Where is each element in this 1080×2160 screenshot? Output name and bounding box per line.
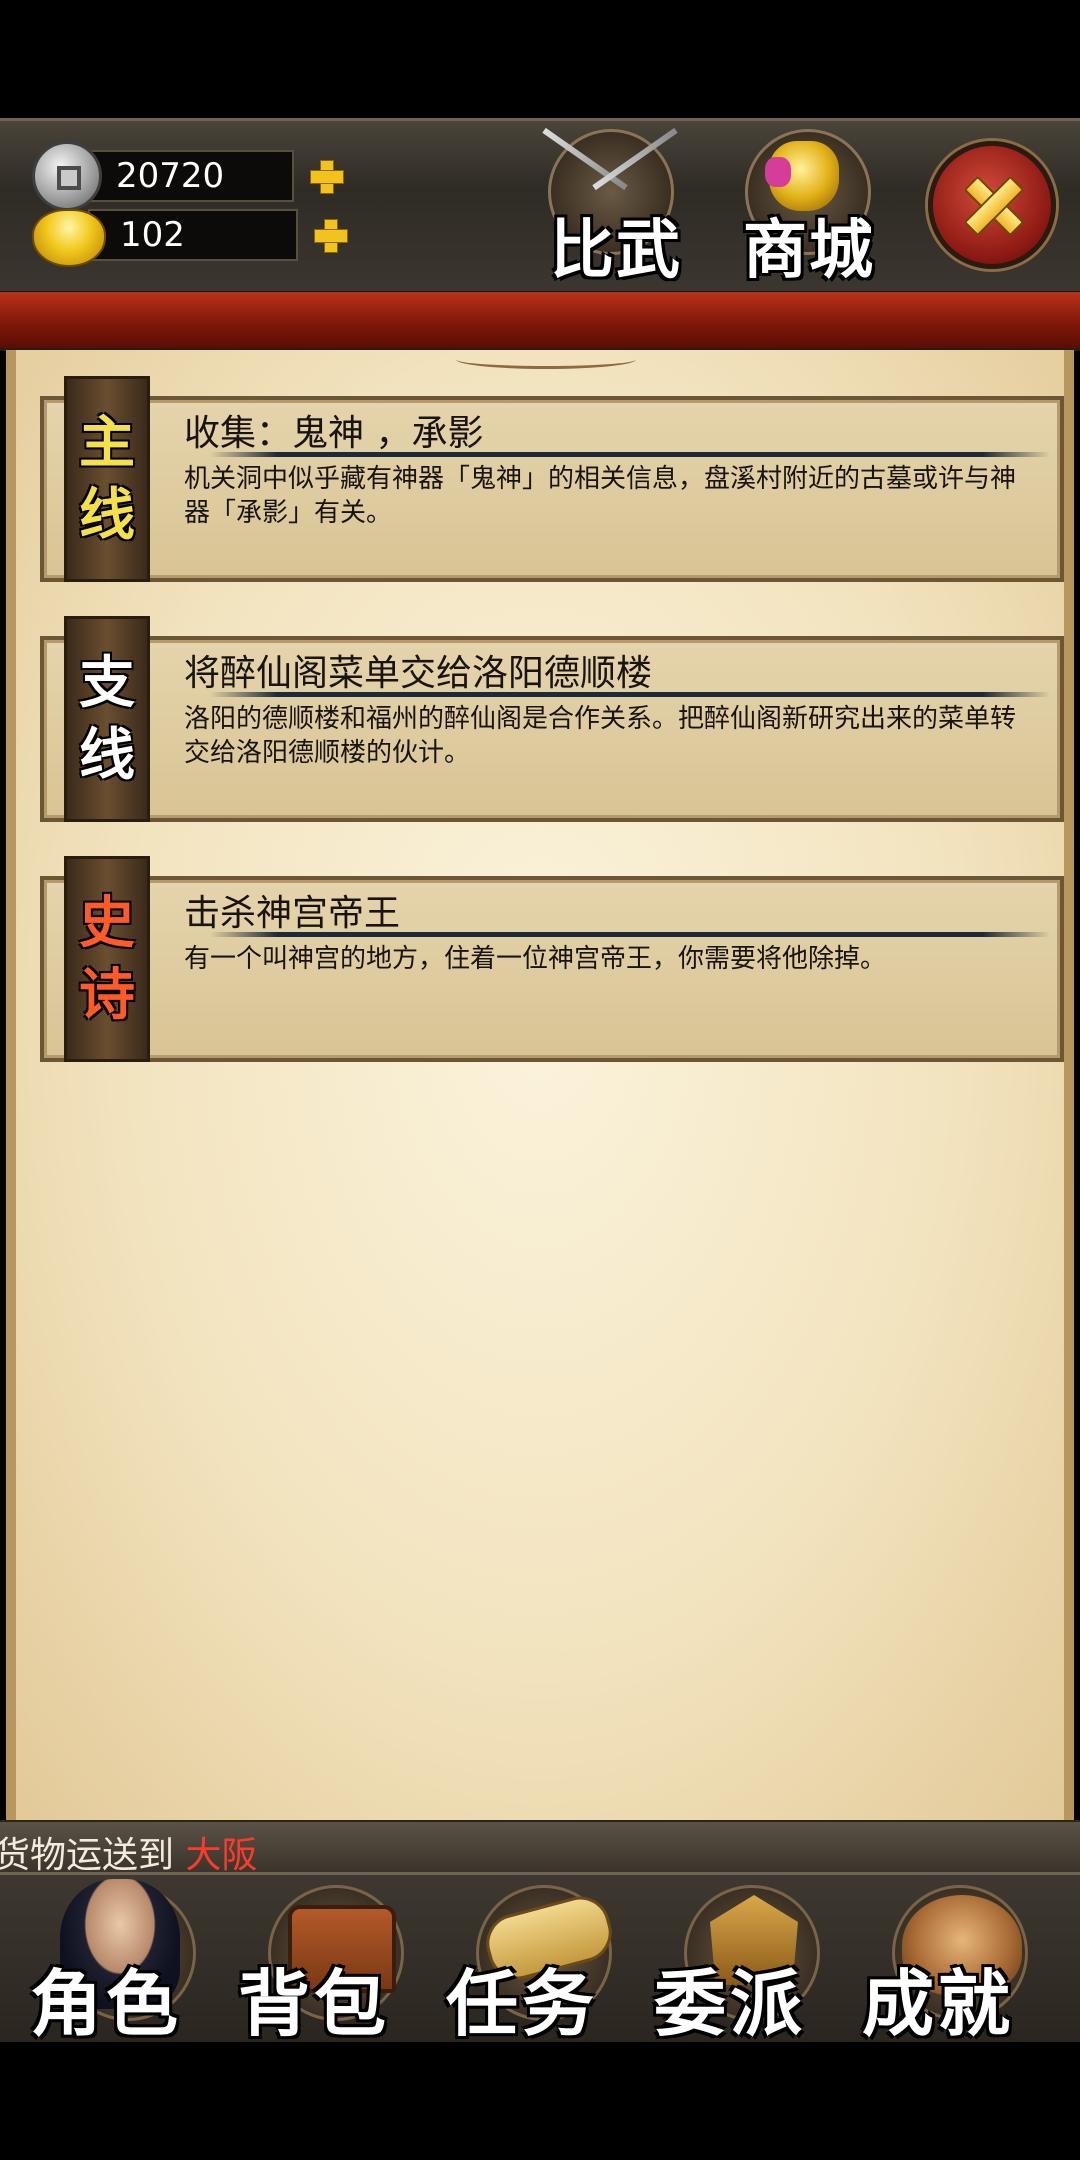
gold-ingot-icon [32,209,106,267]
pvp-label: 比武 [550,213,682,288]
quest-item-main[interactable]: 主 线 收集：鬼神 ，承影 机关洞中似乎藏有神器「鬼神」的相关信息，盘溪村附近的… [40,376,1064,582]
nav-dispatch-label: 委派 [654,1961,807,2046]
add-gold-icon[interactable] [310,215,350,255]
nav-bag-label: 背包 [238,1961,391,2046]
quest-title: 将醉仙阁菜单交给洛阳德顺楼 [184,653,653,694]
quest-scroll[interactable]: 主 线 收集：鬼神 ，承影 机关洞中似乎藏有神器「鬼神」的相关信息，盘溪村附近的… [6,350,1074,1820]
nav-quest-label: 任务 [446,1961,599,2046]
gold-amount: 102 [88,209,298,261]
nav-bag-button[interactable]: 背包 [228,1875,428,2046]
silver-currency: 20720 [32,141,346,211]
scroll-ornament [456,350,636,369]
quest-item-epic[interactable]: 史 诗 击杀神宫帝王 有一个叫神宫的地方，住着一位神宫帝王，你需要将他除掉。 [40,856,1064,1062]
tag-char: 诗 [79,962,135,1028]
pvp-button[interactable]: 比武 [530,121,690,291]
nav-achievement-button[interactable]: 成就 [852,1875,1052,2046]
shop-button[interactable]: 商城 [735,121,895,291]
quest-description: 有一个叫神宫的地方，住着一位神宫帝王，你需要将他除掉。 [184,944,887,974]
silver-amount: 20720 [84,150,294,202]
quest-type-tag-main: 主 线 [64,376,150,582]
ticker-message: 货物运送到 大阪 [0,1826,258,1874]
title-divider [210,452,1050,457]
quest-type-tag-epic: 史 诗 [64,856,150,1062]
quest-description: 洛阳的德顺楼和福州的醉仙阁是合作关系。把醉仙阁新研究出来的菜单转交给洛阳德顺楼的… [184,704,1017,768]
tag-char: 史 [79,890,135,956]
tag-char: 线 [79,482,135,548]
news-ticker: 货物运送到 大阪 [0,1820,1080,1874]
nav-quest-button[interactable]: 任务 [436,1875,636,2046]
quest-description: 机关洞中似乎藏有神器「鬼神」的相关信息，盘溪村附近的古墓或许与神器「承影」有关。 [184,464,1017,528]
gold-currency: 102 [32,203,350,267]
title-divider [210,692,1050,697]
tag-char: 主 [79,410,135,476]
swords-icon [535,131,685,191]
nav-achievement-label: 成就 [862,1961,1015,2046]
quest-item-side[interactable]: 支 线 将醉仙阁菜单交给洛阳德顺楼 洛阳的德顺楼和福州的醉仙阁是合作关系。把醉仙… [40,616,1064,822]
quest-type-tag-side: 支 线 [64,616,150,822]
header-banner [0,292,1080,351]
close-button[interactable] [928,141,1056,269]
bottom-nav: 角色 背包 任务 委派 成就 [0,1872,1080,2046]
system-nav-area [0,2042,1080,2160]
tag-char: 线 [79,722,135,788]
ticker-text: 货物运送到 [0,1835,186,1874]
nav-character-label: 角色 [30,1961,183,2046]
quest-title: 收集：鬼神 ，承影 [184,413,484,454]
add-silver-icon[interactable] [306,156,346,196]
nav-character-button[interactable]: 角色 [20,1875,220,2046]
gem-icon [765,157,791,187]
quest-title: 击杀神宫帝王 [184,893,401,934]
shop-label: 商城 [743,213,875,288]
nav-dispatch-button[interactable]: 委派 [644,1875,844,2046]
silver-coin-icon [32,141,102,211]
ticker-city: 大阪 [185,1835,258,1874]
title-divider [210,932,1050,937]
tag-char: 支 [79,650,135,716]
top-bar: 20720 102 比武 商城 [0,118,1080,295]
